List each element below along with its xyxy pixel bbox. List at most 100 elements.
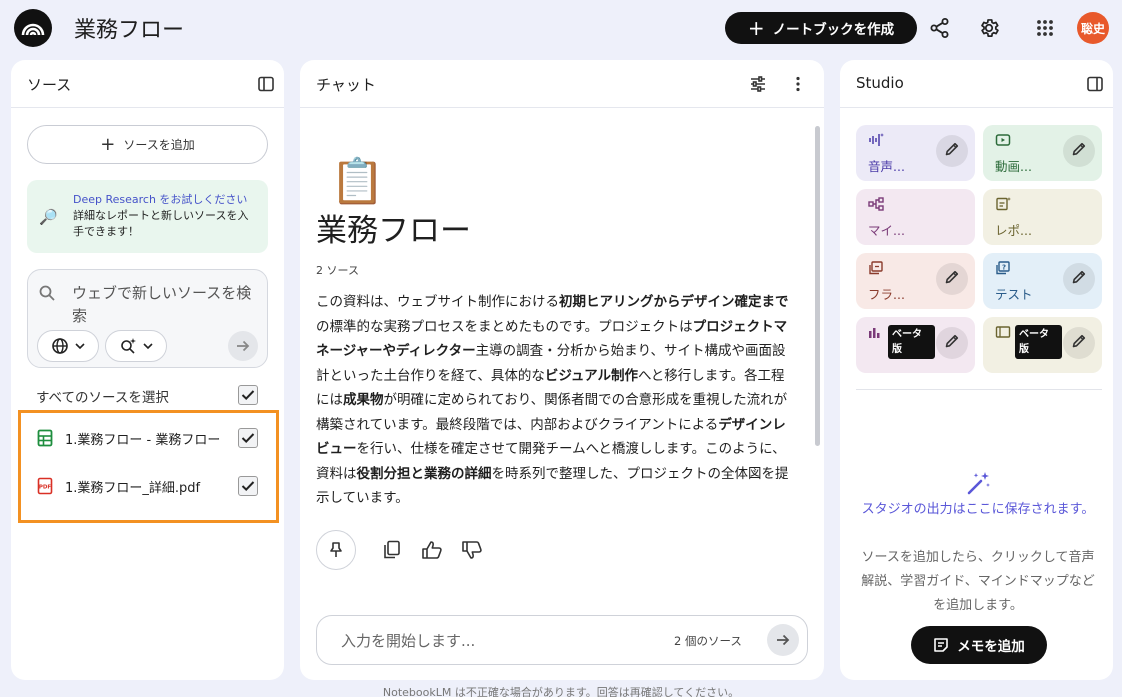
check-icon — [241, 481, 255, 492]
notebooklm-logo-icon[interactable] — [14, 9, 52, 47]
collapse-panel-icon[interactable] — [1084, 73, 1106, 95]
studio-tile[interactable]: 動画... — [983, 125, 1102, 181]
chevron-down-icon — [75, 343, 85, 350]
edit-button[interactable] — [1063, 263, 1095, 295]
studio-tile-label: 音声... — [868, 159, 905, 174]
report-icon — [995, 197, 1011, 215]
chat-panel: チャット 📋 業務フロー 2 ソース この資料は、ウェブサイト制作における初期ヒ… — [300, 60, 824, 680]
add-note-label: メモを追加 — [957, 639, 1025, 655]
studio-tile[interactable]: ベータ版 — [983, 317, 1102, 373]
source-name: 1.業務フロー - 業務フロー — [65, 432, 221, 448]
select-all-label: すべてのソースを選択 — [36, 390, 169, 406]
source-count: 2 ソース — [316, 264, 359, 277]
apps-grid-icon[interactable] — [1031, 14, 1059, 42]
studio-tile-label: 動画... — [995, 159, 1032, 174]
add-source-button[interactable]: + ソースを追加 — [27, 125, 268, 164]
create-notebook-button[interactable]: + ノートブックを作成 — [725, 12, 917, 44]
copy-button[interactable] — [380, 538, 404, 562]
send-button[interactable] — [767, 624, 799, 656]
studio-empty-title: スタジオの出力はここに保存されます。 — [861, 502, 1095, 517]
svg-text:?: ? — [1002, 263, 1006, 271]
share-icon[interactable] — [926, 14, 954, 42]
source-name: 1.業務フロー_詳細.pdf — [65, 480, 201, 496]
magic-wand-icon — [966, 470, 992, 500]
summary-segment: 役割分担と業務の詳細 — [356, 465, 492, 482]
tune-settings-icon[interactable] — [747, 73, 769, 95]
edit-button[interactable] — [936, 263, 968, 295]
source-checkbox[interactable] — [238, 476, 258, 496]
studio-tile[interactable]: 音声... — [856, 125, 975, 181]
mindmap-icon — [868, 197, 884, 215]
copy-icon — [384, 540, 400, 559]
source-item[interactable]: 1.業務フロー - 業務フロー — [37, 426, 225, 450]
pencil-icon — [944, 269, 960, 289]
search-input[interactable]: ウェブで新しいソースを検索 — [72, 282, 252, 328]
submit-search-button[interactable] — [228, 331, 258, 361]
studio-empty-body: ソースを追加したら、クリックして音声解説、学習ガイド、マインドマップなどを追加し… — [861, 550, 1095, 613]
studio-tile[interactable]: ? テスト — [983, 253, 1102, 309]
studio-tile[interactable]: ベータ版 — [856, 317, 975, 373]
add-note-button[interactable]: メモを追加 — [911, 626, 1047, 664]
source-checkbox[interactable] — [238, 428, 258, 448]
studio-panel: Studio 音声... 動画... マイ... レポ... フラ...? テスト ベータ版… — [840, 60, 1113, 680]
top-bar: 業務フロー + ノートブックを作成 聡史 — [0, 0, 1122, 56]
svg-text:PDF: PDF — [39, 485, 52, 491]
studio-tile-label: フラ... — [868, 287, 905, 302]
disclaimer-footer: NotebookLM は不正確な場合があります。回答は再確認してください。 — [382, 686, 740, 697]
pencil-icon — [1071, 333, 1087, 353]
gear-icon[interactable] — [975, 14, 1003, 42]
notebook-title[interactable]: 業務フロー — [74, 12, 184, 44]
check-icon — [241, 433, 255, 444]
research-mode-dropdown[interactable] — [105, 330, 167, 362]
more-vert-icon[interactable] — [787, 73, 809, 95]
google-sheets-icon — [37, 429, 53, 447]
pencil-icon — [944, 333, 960, 353]
audio-waveform-icon — [868, 133, 884, 151]
web-source-search: ウェブで新しいソースを検索 — [27, 269, 268, 368]
summary-segment: 初期ヒアリングからデザイン確定まで — [559, 294, 789, 310]
studio-tile-label: テスト — [995, 287, 1033, 302]
flashcard-icon — [868, 261, 884, 279]
thumbs-up-icon — [422, 541, 442, 559]
edit-button[interactable] — [1063, 327, 1095, 359]
edit-button[interactable] — [936, 135, 968, 167]
pencil-icon — [1071, 141, 1087, 161]
avatar[interactable]: 聡史 — [1077, 12, 1109, 44]
deep-research-link[interactable]: Deep Research をお試しください — [73, 193, 247, 206]
collapse-panel-icon[interactable] — [255, 73, 277, 95]
sources-panel: ソース + ソースを追加 🔎 Deep Research をお試しください 詳細… — [11, 60, 284, 680]
chat-title: チャット — [316, 76, 376, 94]
pin-button[interactable] — [316, 530, 356, 570]
deep-research-text: Deep Research をお試しください 詳細なレポートと新しいソースを入手… — [73, 192, 255, 240]
quiz-icon: ? — [995, 261, 1011, 279]
note-icon — [934, 638, 949, 652]
studio-tile[interactable]: レポ... — [983, 189, 1102, 245]
studio-header: Studio — [840, 60, 1113, 108]
summary-segment: 成果物 — [343, 392, 384, 408]
pin-icon — [330, 542, 342, 557]
thumbs-up-button[interactable] — [420, 538, 444, 562]
video-icon — [995, 133, 1011, 151]
chat-scrollbar[interactable] — [815, 126, 820, 446]
studio-tile[interactable]: マイ... — [856, 189, 975, 245]
studio-tile[interactable]: フラ... — [856, 253, 975, 309]
deep-research-promo[interactable]: 🔎 Deep Research をお試しください 詳細なレポートと新しいソースを… — [27, 180, 268, 253]
thumbs-down-button[interactable] — [460, 538, 484, 562]
select-all-checkbox[interactable] — [238, 385, 258, 405]
web-source-dropdown[interactable] — [37, 330, 99, 362]
edit-button[interactable] — [936, 327, 968, 359]
sources-header: ソース — [11, 60, 284, 108]
search-icon — [38, 284, 56, 306]
chat-header: チャット — [300, 60, 824, 108]
add-source-label: ソースを追加 — [123, 138, 195, 152]
globe-icon — [52, 338, 68, 354]
notebook-summary: この資料は、ウェブサイト制作における初期ヒアリングからデザイン確定までの標準的な… — [316, 290, 792, 511]
chat-input[interactable]: 入力を開始します... — [341, 630, 475, 651]
beta-badge: ベータ版 — [1015, 325, 1062, 359]
studio-tile-label: マイ... — [868, 223, 905, 238]
source-item[interactable]: PDF 1.業務フロー_詳細.pdf — [37, 474, 225, 498]
pencil-icon — [944, 141, 960, 161]
edit-button[interactable] — [1063, 135, 1095, 167]
chat-input-box[interactable]: 入力を開始します... 2 個のソース — [316, 615, 808, 665]
pencil-icon — [1071, 269, 1087, 289]
